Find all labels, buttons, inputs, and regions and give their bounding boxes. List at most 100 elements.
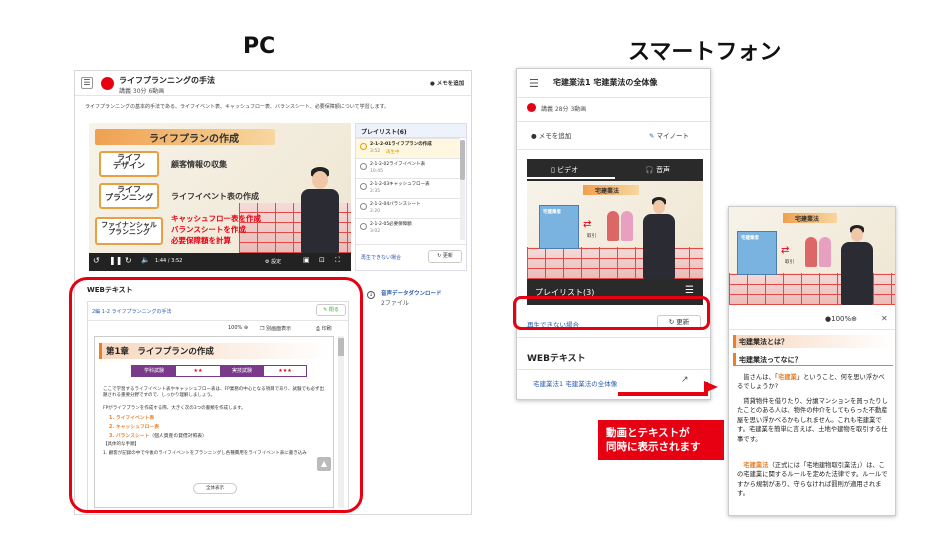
course-logo-icon: [527, 103, 536, 112]
slide-text-insurance: 必要保障額を計算: [171, 236, 231, 245]
video-player[interactable]: ライフプランの作成 ライフ デザイン 顧客情報の収集 ライフ プランニング ライ…: [89, 123, 351, 271]
presenter-head: [851, 228, 863, 242]
audio-download-link[interactable]: 音声データダウンロード: [381, 289, 442, 297]
settings-button[interactable]: ⚙ 設定: [265, 258, 281, 265]
divider: [517, 121, 710, 122]
note-icon: ✎: [649, 132, 655, 140]
playlist-menu-icon[interactable]: ☰: [685, 285, 694, 296]
playlist-divider: [356, 244, 466, 245]
plus-circle-icon: ●: [531, 132, 537, 140]
open-external-icon[interactable]: ↗: [681, 375, 689, 385]
presenter-body: [643, 214, 675, 279]
zoom-in-icon[interactable]: ⊕: [851, 315, 857, 323]
cannot-play-link[interactable]: 再生できない場合: [361, 254, 401, 261]
zoom-control[interactable]: ●100%⊕: [825, 315, 857, 323]
slide-title: 宅建業法: [795, 216, 820, 223]
webtext-highlight: [69, 277, 363, 513]
fullscreen-icon[interactable]: ⛶: [335, 256, 340, 265]
playlist-item[interactable]: 2-1-2-05必要保障額 3:02: [356, 218, 460, 238]
header-divider: [517, 97, 710, 98]
callout-line2: 同時に表示されます: [606, 441, 701, 454]
playlist-panel: プレイリスト(6) 2-1-2-01ライフプランの作成 3:52 再生中 2-1…: [355, 123, 467, 271]
menu-icon[interactable]: ☰: [81, 77, 93, 89]
play-circle-icon: [360, 163, 367, 170]
smartphone-textview: 宅建業法 宅建業者 ⇄ 取引 ●100%⊕ ✕ 宅建業法とは？ 宅建業法ってなに…: [728, 206, 896, 516]
active-tab-indicator: [527, 177, 615, 179]
play-circle-icon: [360, 223, 367, 230]
webtext-label: WEBテキスト: [527, 354, 586, 364]
smartphone-heading: スマートフォン: [628, 40, 782, 65]
divider: [729, 329, 895, 330]
presenter-body: [301, 189, 339, 253]
customer-figure: [805, 237, 817, 267]
slide-box-life-planning: ライフ プランニング: [99, 183, 159, 209]
mynote-button[interactable]: ✎ マイノート: [649, 130, 689, 140]
video-player[interactable]: ▯ ビデオ 🎧 音声 宅建業法 宅建業者 ⇄ 取引 プレイリスト(3) ☰: [527, 159, 703, 305]
volume-icon[interactable]: 🔈: [141, 256, 150, 264]
text-para1: 皆さんは、「宅建業」ということ、何を思い浮かべるでしょうか?: [737, 374, 885, 391]
playlist-scrollbar[interactable]: [460, 140, 465, 240]
divider: [517, 369, 710, 370]
refresh-icon: ↻: [437, 253, 442, 259]
slide-box-life-design: ライフ デザイン: [99, 151, 159, 177]
presenter-body: [841, 242, 873, 305]
slide-text-collect: 顧客情報の収集: [171, 160, 227, 169]
customer-figure: [819, 237, 831, 267]
text-para2: 賃貸物件を借りたり、分譲マンションを買ったりしたことのある人は、物件の仲介をして…: [737, 398, 888, 443]
page-title: 宅建業法1 宅建業法の全体像: [553, 78, 658, 87]
play-circle-icon: [360, 183, 367, 190]
menu-icon[interactable]: ☰: [529, 77, 539, 90]
download-icon[interactable]: ↓: [367, 291, 375, 299]
arrow-label: 取引: [785, 260, 794, 265]
close-icon[interactable]: ✕: [881, 314, 888, 323]
slide-box-financial-planning: ファイナンシャル プランニング: [95, 217, 163, 245]
floor-grid: [527, 247, 703, 279]
playlist-item[interactable]: 2-1-2-04バランスシート 2:20: [356, 198, 460, 218]
plus-circle-icon: ●: [430, 81, 435, 87]
callout-box: 動画とテキストが 同時に表示されます: [598, 420, 724, 460]
webtext-link-highlight: [513, 296, 710, 330]
play-circle-icon: [360, 143, 367, 150]
customer-figure: [607, 211, 619, 241]
playlist-item[interactable]: 2-1-2-01ライフプランの作成 3:52 再生中: [356, 138, 460, 158]
rewind-icon[interactable]: ↺: [93, 256, 100, 265]
smartphone-screen: ☰ 宅建業法1 宅建業法の全体像 講義 28分 3動画 ● メモを追加 ✎ マイ…: [516, 68, 711, 400]
building-label: 宅建業者: [741, 236, 759, 241]
divider: [517, 337, 710, 338]
audio-file-count: 2ファイル: [381, 300, 409, 307]
add-memo-button[interactable]: ● メモを追加: [531, 130, 571, 140]
building-label: 宅建業者: [543, 210, 561, 215]
playlist-header: プレイリスト(6): [361, 129, 407, 136]
slide-text-life-event: ライフイベント表の作成: [171, 192, 259, 201]
slide-title: 宅建業法: [595, 188, 620, 195]
tab-audio[interactable]: 🎧 音声: [645, 165, 670, 175]
add-memo-button[interactable]: ● メモを追加: [430, 79, 464, 87]
playlist-item[interactable]: 2-1-2-03キャッシュフロー表 2:35: [356, 178, 460, 198]
course-description: ライフプランニングの基本的手法である、ライフイベント表、キャッシュフロー表、バラ…: [85, 104, 390, 110]
tab-video[interactable]: ▯ ビデオ: [551, 165, 578, 175]
gear-icon: ⚙: [265, 259, 270, 265]
arrow-icon: ⇄: [781, 245, 790, 256]
arrow-icon: ⇄: [583, 219, 592, 230]
theater-icon[interactable]: ⊡: [319, 256, 325, 264]
pause-icon[interactable]: ❚❚: [109, 256, 122, 265]
video-time: 1:44 / 3:52: [155, 258, 183, 264]
customer-figure: [621, 211, 633, 241]
callout-line1: 動画とテキストが: [606, 427, 690, 439]
connector-horizontal: [618, 392, 708, 396]
webtext-link[interactable]: 宅建業法1 宅建業法の全体像: [533, 378, 617, 388]
lecture-slide: 宅建業法 宅建業者 ⇄ 取引: [527, 181, 703, 279]
text-para3: 宅建業法（正式には「宅地建物取引業法」）は、この宅建業に関するルールを定めた法律…: [737, 462, 888, 498]
play-circle-icon: [360, 203, 367, 210]
headphone-icon: 🎧: [645, 166, 654, 174]
now-playing-badge: 再生中: [386, 150, 400, 155]
subsection-title: 宅建業法ってなに？: [739, 356, 802, 364]
playlist-item[interactable]: 2-1-2-02ライフイベント表 10:45: [356, 158, 460, 178]
course-logo-icon: [101, 77, 114, 90]
slide-title: ライフプランの作成: [149, 134, 239, 145]
pip-icon[interactable]: ▣: [303, 256, 310, 264]
lecture-meta: 講義 30分 6動画: [119, 88, 165, 95]
refresh-button[interactable]: ↻ 更新: [428, 250, 462, 263]
page-title: ライフプランニングの手法: [119, 76, 215, 85]
forward-icon[interactable]: ↻: [125, 256, 132, 265]
